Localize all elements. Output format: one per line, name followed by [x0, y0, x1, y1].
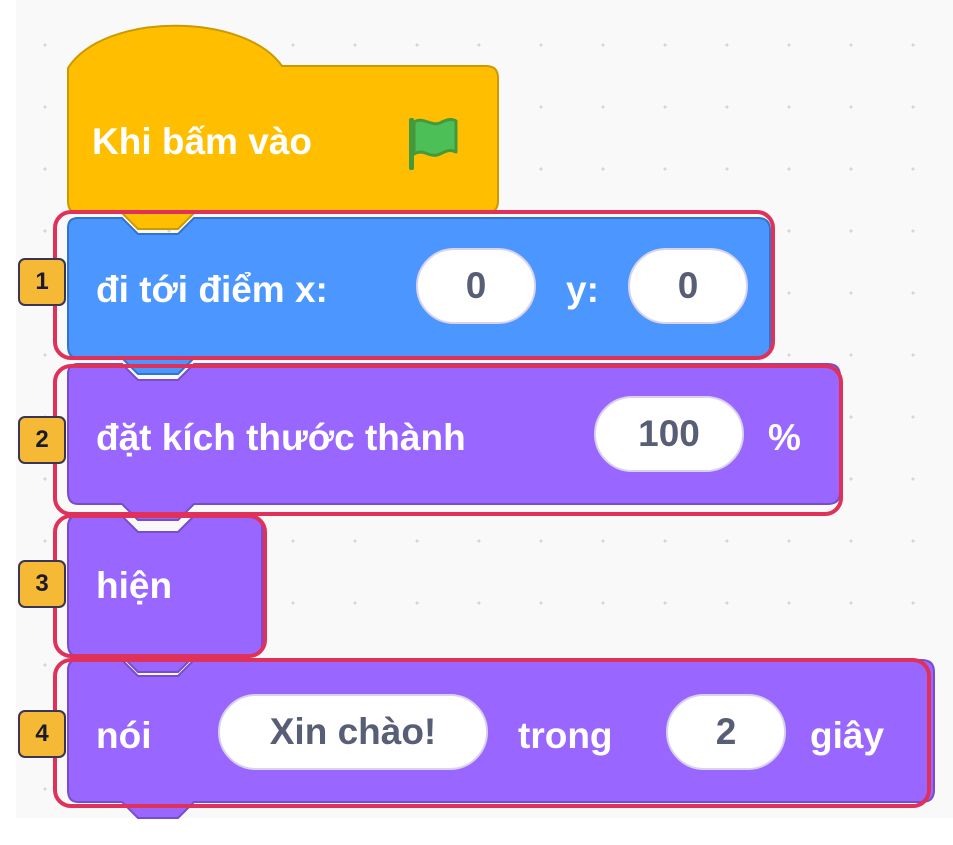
- x-value-input[interactable]: 0: [416, 248, 536, 324]
- seconds-unit-label: giây: [810, 715, 885, 756]
- step-badge-1: 1: [18, 258, 66, 306]
- seconds-input[interactable]: 2: [666, 694, 786, 770]
- step-badge-3: 3: [18, 560, 66, 608]
- step-badge-2: 2: [18, 416, 66, 464]
- go-to-label: đi tới điểm x:: [96, 269, 328, 310]
- go-to-xy-block[interactable]: đi tới điểm x: 0 y: 0: [64, 212, 784, 375]
- say-for-secs-block[interactable]: nói Xin chào! trong 2 giây: [64, 654, 944, 834]
- for-label: trong: [518, 715, 613, 756]
- message-input[interactable]: Xin chào!: [218, 694, 488, 770]
- y-value-input[interactable]: 0: [628, 248, 748, 324]
- green-flag-icon: [406, 114, 460, 172]
- step-badge-4: 4: [18, 710, 66, 758]
- say-label: nói: [96, 715, 152, 756]
- show-label: hiện: [96, 565, 173, 606]
- canvas-left-edge: [0, 0, 16, 845]
- set-size-label: đặt kích thước thành: [96, 417, 466, 458]
- set-size-block[interactable]: đặt kích thước thành 100 %: [64, 358, 854, 528]
- percent-label: %: [768, 417, 801, 458]
- size-value-input[interactable]: 100: [594, 396, 744, 472]
- y-label: y:: [566, 269, 599, 310]
- hat-block-label: Khi bấm vào: [92, 121, 312, 162]
